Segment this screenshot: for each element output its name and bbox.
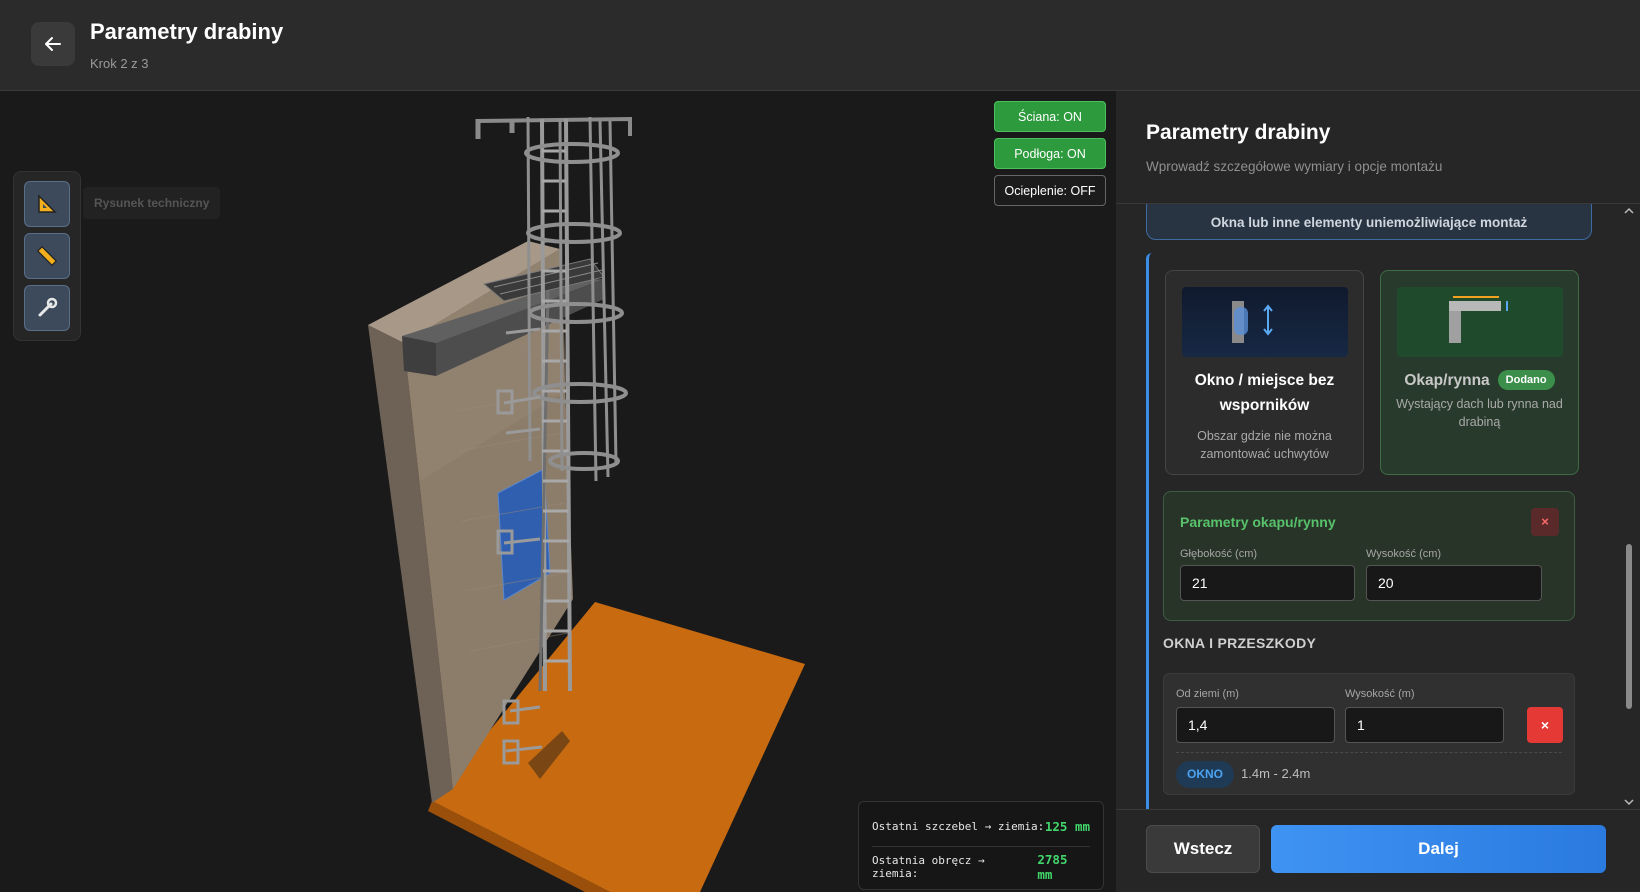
eave-height-input[interactable]: 20 <box>1366 565 1542 601</box>
last-rung-value: 125 mm <box>1044 818 1090 834</box>
window-type-badge: OKNO <box>1176 761 1234 788</box>
windows-section-title: OKNA I PRZESZKODY <box>1163 635 1317 651</box>
remove-eave-button[interactable]: × <box>1531 508 1559 536</box>
from-ground-label: Od ziemi (m) <box>1176 688 1239 700</box>
parameters-panel: Parametry drabiny Wprowadź szczegółowe w… <box>1116 91 1640 892</box>
wrench-icon <box>38 297 58 317</box>
tool-palette <box>13 171 81 341</box>
eave-gutter-icon <box>1449 296 1508 343</box>
last-hoop-label: Ostatnia obręcz → ziemia: <box>872 854 985 880</box>
window-option-card[interactable]: Okno / miejsce bez wsporników Obszar gdz… <box>1165 270 1364 475</box>
wrench-tool-button[interactable] <box>24 285 70 331</box>
ruler-tool-button[interactable] <box>24 233 70 279</box>
tech-drawing-button[interactable]: Rysunek techniczny <box>83 187 221 219</box>
eave-option-card[interactable]: Okap/rynna Dodano Wystający dach lub rynn… <box>1380 270 1579 475</box>
last-hoop-value: 2785 mm <box>1037 852 1068 882</box>
measurements-readout: Ostatni szczebel → ziemia: 125 mm Ostatn… <box>858 801 1104 890</box>
set-square-tool-button[interactable] <box>24 181 70 227</box>
app-header: Parametry drabiny Krok 2 z 3 <box>0 0 1640 91</box>
window-no-brackets-icon <box>1232 301 1273 343</box>
last-rung-row: Ostatni szczebel → ziemia: 125 mm <box>872 806 1090 846</box>
panel-title: Parametry drabiny <box>1146 121 1331 144</box>
eave-card-title-row: Okap/rynna Dodano <box>1391 368 1568 393</box>
from-ground-input[interactable]: 1,4 <box>1176 707 1335 743</box>
scrollbar-arrows-icon <box>1624 207 1634 806</box>
eave-card-desc: Wystający dach lub rynna nad drabiną <box>1396 397 1563 429</box>
floor-toggle[interactable]: Podłoga: ON <box>994 138 1106 169</box>
panel-scrollbar[interactable] <box>1622 204 1636 809</box>
window-illustration <box>1182 287 1348 357</box>
page-title: Parametry drabiny <box>90 19 284 44</box>
eave-params-title: Parametry okapu/rynny <box>1180 514 1336 530</box>
wall-toggle[interactable]: Ściana: ON <box>994 101 1106 132</box>
eave-card-name: Okap/rynna <box>1404 372 1490 389</box>
set-square-icon <box>38 194 57 213</box>
next-button[interactable]: Dalej <box>1271 825 1606 873</box>
panel-scroll-area[interactable]: Okna lub inne elementy uniemożliwiające … <box>1116 204 1624 809</box>
obstacles-banner: Okna lub inne elementy uniemożliwiające … <box>1146 204 1592 240</box>
window-entry: Od ziemi (m) 1,4 Wysokość (m) 1 × OKNO 1… <box>1163 673 1575 795</box>
added-badge: Dodano <box>1497 370 1555 390</box>
last-rung-label: Ostatni szczebel → ziemia: <box>872 819 1045 833</box>
back-button[interactable]: Wstecz <box>1146 825 1260 873</box>
remove-window-button[interactable]: × <box>1527 707 1563 743</box>
scrollbar-thumb[interactable] <box>1626 544 1632 709</box>
3d-viewport[interactable]: Rysunek techniczny Ściana: ON Podłoga: O… <box>0 91 1116 892</box>
eave-height-label: Wysokość (cm) <box>1366 548 1442 560</box>
window-card-name: Okno / miejsce bez wsporników <box>1194 372 1335 414</box>
window-height-label: Wysokość (m) <box>1345 688 1415 700</box>
arrow-left-icon <box>45 37 61 51</box>
insulation-toggle[interactable]: Ocieplenie: OFF <box>994 175 1106 206</box>
eave-params-box: Parametry okapu/rynny × Głębokość (cm) 2… <box>1163 491 1575 621</box>
window-range: 1.4m - 2.4m <box>1241 766 1311 781</box>
obstacles-section: Okno / miejsce bez wsporników Obszar gdz… <box>1146 253 1592 809</box>
divider <box>1176 752 1562 753</box>
window-height-input[interactable]: 1 <box>1345 707 1504 743</box>
panel-footer: Wstecz Dalej <box>1116 809 1640 892</box>
panel-subtitle: Wprowadź szczegółowe wymiary i opcje mon… <box>1146 159 1443 174</box>
eave-illustration <box>1397 287 1563 357</box>
window-card-desc: Obszar gdzie nie można zamontować uchwyt… <box>1197 429 1332 461</box>
ruler-icon <box>36 245 58 267</box>
depth-label: Głębokość (cm) <box>1180 548 1258 560</box>
last-hoop-row: Ostatnia obręcz → ziemia: 2785 mm <box>872 847 1090 887</box>
back-arrow-button[interactable] <box>31 22 75 66</box>
step-indicator: Krok 2 z 3 <box>90 56 149 71</box>
depth-input[interactable]: 21 <box>1180 565 1355 601</box>
